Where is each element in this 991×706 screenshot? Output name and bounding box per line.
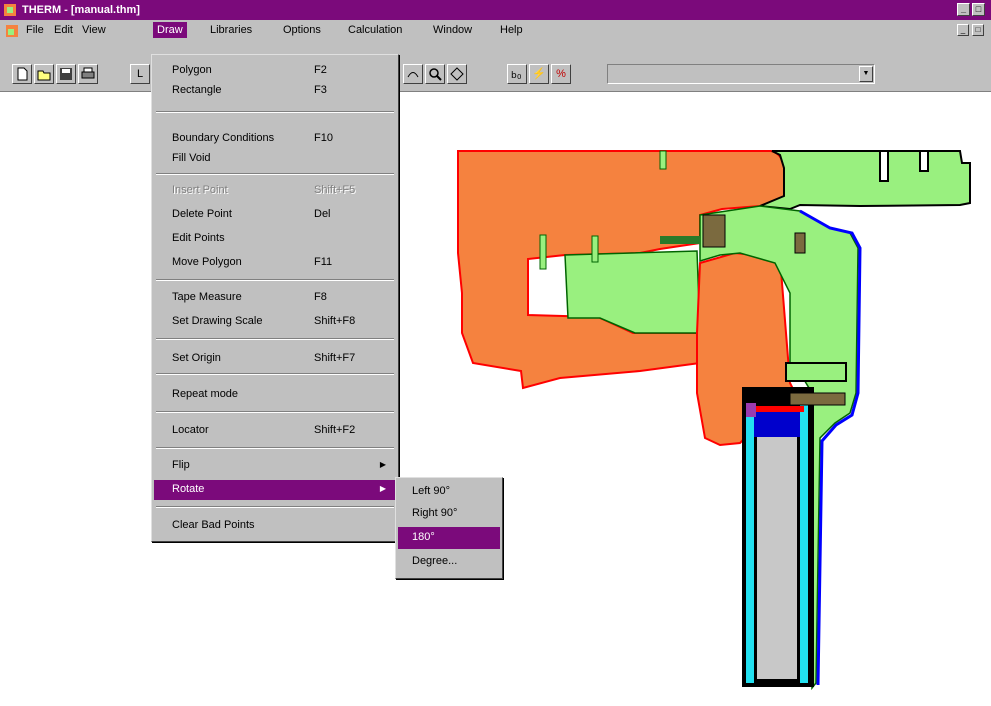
menu-libraries[interactable]: Libraries <box>210 24 252 36</box>
diamond-arrows-icon <box>450 67 464 81</box>
percent-icon: % <box>556 68 566 80</box>
glass-cavity-gray <box>757 421 797 679</box>
setting-block-purple <box>746 403 756 417</box>
menu-separator <box>156 338 394 340</box>
svg-text:0: 0 <box>517 73 521 81</box>
menu-item-edit-points[interactable]: Edit Points <box>154 229 396 249</box>
mdi-minimize-button[interactable]: _ <box>957 24 969 36</box>
save-button[interactable] <box>56 64 76 84</box>
minimize-button[interactable]: _ <box>957 3 970 16</box>
menu-separator <box>156 279 394 281</box>
toolbar: L b0 ⚡ % ▼ <box>0 42 991 92</box>
menu-item-polygon[interactable]: Polygon F2 <box>154 61 396 81</box>
gasket-dark <box>794 232 806 254</box>
rotate-left-90[interactable]: Left 90° <box>398 481 500 503</box>
weatherstrip-green <box>660 236 700 244</box>
menu-window[interactable]: Window <box>433 24 472 36</box>
menu-item-rotate[interactable]: Rotate ▶ <box>154 480 396 500</box>
frame-top-green <box>759 150 971 211</box>
groove-4 <box>879 150 889 182</box>
restore-button[interactable]: □ <box>972 3 985 16</box>
rotate-submenu: Left 90° Right 90° 180° Degree... <box>395 477 503 579</box>
menu-options[interactable]: Options <box>283 24 321 36</box>
menu-bar: File Edit View Draw Libraries Options Ca… <box>0 20 991 42</box>
open-folder-icon <box>37 70 51 81</box>
window-title: THERM - [manual.thm] <box>22 4 140 16</box>
menu-separator <box>156 506 394 508</box>
menu-item-move-polygon[interactable]: Move Polygon F11 <box>154 253 396 273</box>
therm-app-icon[interactable] <box>3 3 17 17</box>
menu-separator <box>156 373 394 375</box>
save-disk-icon <box>60 68 72 80</box>
menu-draw[interactable]: Draw <box>153 22 187 38</box>
menu-item-delete-point[interactable]: Delete Point Del <box>154 205 396 225</box>
groove-1 <box>539 234 547 270</box>
material-combo-box[interactable]: ▼ <box>607 64 875 84</box>
menu-help[interactable]: Help <box>500 24 523 36</box>
rotate-view-button[interactable] <box>403 64 423 84</box>
menu-item-clear-bad-points[interactable]: Clear Bad Points <box>154 516 396 536</box>
window-frame-cross-section <box>457 150 971 691</box>
menu-view[interactable]: View <box>82 24 106 36</box>
mdi-restore-button[interactable]: □ <box>972 24 984 36</box>
boundary-factor-button[interactable]: b0 <box>507 64 527 84</box>
groove-5 <box>919 150 929 172</box>
calculate-button[interactable]: ⚡ <box>529 64 549 84</box>
rotate-180[interactable]: 180° <box>398 527 500 549</box>
menu-item-locator[interactable]: Locator Shift+F2 <box>154 421 396 441</box>
menu-item-boundary-conditions[interactable]: Boundary Conditions F10 <box>154 129 396 149</box>
spacer-left-cyan <box>746 403 754 683</box>
menu-item-rectangle[interactable]: Rectangle F3 <box>154 81 396 101</box>
menu-item-fill-void[interactable]: Fill Void <box>154 149 396 169</box>
menu-edit[interactable]: Edit <box>54 24 73 36</box>
zoom-button[interactable] <box>425 64 445 84</box>
menu-item-set-drawing-scale[interactable]: Set Drawing Scale Shift+F8 <box>154 312 396 332</box>
glazing-clip <box>785 362 847 382</box>
groove-2 <box>591 235 599 263</box>
printer-icon <box>81 67 95 79</box>
percent-button[interactable]: % <box>551 64 571 84</box>
seal-red <box>748 406 804 412</box>
groove-3 <box>659 150 667 170</box>
weatherstrip-dark <box>702 214 726 248</box>
pan-button[interactable] <box>447 64 467 84</box>
magnifier-icon <box>429 68 442 81</box>
menu-item-flip[interactable]: Flip ▶ <box>154 456 396 476</box>
menu-item-set-origin[interactable]: Set Origin Shift+F7 <box>154 349 396 369</box>
new-file-button[interactable] <box>12 64 32 84</box>
menu-separator <box>156 111 394 113</box>
curve-arrow-icon <box>407 72 419 78</box>
open-file-button[interactable] <box>34 64 54 84</box>
rotate-degree[interactable]: Degree... <box>398 551 500 573</box>
menu-item-repeat-mode[interactable]: Repeat mode <box>154 385 396 405</box>
title-bar: THERM - [manual.thm] _ □ <box>0 0 991 20</box>
draw-dropdown-menu: Polygon F2 Rectangle F3 Boundary Condition… <box>151 54 399 542</box>
document-icon[interactable] <box>5 24 19 38</box>
drawing-canvas[interactable] <box>0 93 991 706</box>
print-button[interactable] <box>78 64 98 84</box>
menu-calculation[interactable]: Calculation <box>348 24 402 36</box>
submenu-arrow-icon: ▶ <box>379 460 386 469</box>
glazing-stop <box>789 392 846 406</box>
menu-item-insert-point: Insert Point Shift+F5 <box>172 184 356 196</box>
menu-separator <box>156 411 394 413</box>
menu-item-tape-measure[interactable]: Tape Measure F8 <box>154 288 396 308</box>
menu-file[interactable]: File <box>26 24 44 36</box>
menu-separator <box>156 173 394 175</box>
spacer-right-cyan <box>800 403 808 683</box>
menu-separator <box>156 447 394 449</box>
lightning-icon: ⚡ <box>532 68 546 80</box>
submenu-arrow-icon: ▶ <box>379 484 386 493</box>
chevron-down-icon[interactable]: ▼ <box>859 66 873 82</box>
seal-blue <box>754 411 800 437</box>
fraction-icon: b0 <box>511 71 521 81</box>
rotate-right-90[interactable]: Right 90° <box>398 503 500 525</box>
new-file-icon <box>17 67 28 81</box>
toolbar-button-partial[interactable]: L <box>130 64 150 84</box>
